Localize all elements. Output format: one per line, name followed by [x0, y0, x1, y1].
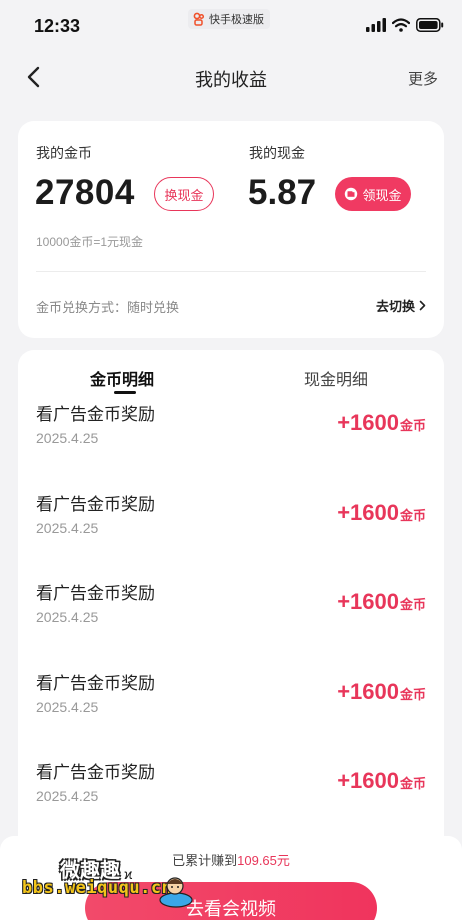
withdraw-cash-button[interactable]: 领现金: [335, 177, 411, 211]
app-indicator-label: 快手极速版: [209, 14, 264, 26]
cash-balance-value: 5.87: [248, 173, 317, 212]
record-date: 2025.4.25: [36, 609, 99, 625]
app-indicator-pill[interactable]: 快手极速版: [188, 9, 270, 29]
wallet-icon: [345, 187, 358, 201]
details-card: 金币明细 现金明细 看广告金币奖励 2025.4.25 +1600 金币 看广告…: [18, 350, 444, 920]
exchange-rate-text: 10000金币=1元现金: [36, 235, 144, 249]
signal-icon: [366, 18, 386, 32]
record-amount-value: +1600: [337, 410, 399, 435]
record-amount-unit: 金币: [399, 776, 426, 791]
record-amount-value: +1600: [337, 589, 399, 614]
exchange-method-text: 金币兑换方式：随时兑换: [36, 300, 180, 315]
more-button[interactable]: 更多: [408, 68, 438, 89]
status-icons: [366, 18, 444, 32]
record-title: 看广告金币奖励: [36, 763, 155, 782]
battery-icon: [416, 18, 444, 32]
total-earned-amount: 109.65元: [237, 853, 290, 868]
status-bar: 12:33 快手极速版: [0, 0, 462, 52]
kuaishou-logo-icon: [193, 12, 205, 26]
watermark-url: bbs.weiququ.cn: [22, 878, 173, 898]
list-item[interactable]: 看广告金币奖励 2025.4.25 +1600 金币: [18, 663, 444, 753]
wifi-icon: [392, 18, 410, 32]
record-amount-unit: 金币: [399, 507, 426, 523]
cash-balance-label: 我的现金: [249, 145, 305, 161]
list-item[interactable]: 看广告金币奖励 2025.4.25 +1600 金币: [18, 573, 444, 663]
record-amount: +1600 金币: [337, 679, 426, 705]
coin-balance-label: 我的金币: [36, 145, 92, 161]
record-amount: +1600 金币: [337, 410, 426, 436]
record-date: 2025.4.25: [36, 788, 99, 804]
record-amount-value: +1600: [337, 768, 399, 793]
watermark-mascot-icon: [159, 877, 193, 908]
list-item[interactable]: 看广告金币奖励 2025.4.25 +1600 金币: [18, 484, 444, 574]
record-amount-unit: 金币: [399, 686, 426, 702]
record-date: 2025.4.25: [36, 430, 99, 446]
record-amount: +1600 金币: [337, 589, 426, 615]
withdraw-cash-label: 领现金: [362, 187, 402, 203]
chevron-right-icon: [419, 300, 426, 311]
page-title: 我的收益: [195, 70, 267, 90]
record-title: 看广告金币奖励: [36, 405, 155, 424]
list-item[interactable]: 看广告金币奖励 2025.4.25 +1600 金币: [18, 394, 444, 484]
record-title: 看广告金币奖励: [36, 494, 155, 514]
list-item[interactable]: 看广告金币奖励 2025.4.25 +1600 金币: [18, 752, 444, 842]
coin-record-list: 看广告金币奖励 2025.4.25 +1600 金币 看广告金币奖励 2025.…: [18, 394, 444, 842]
coin-balance-value: 27804: [35, 173, 135, 212]
record-amount: +1600 金币: [337, 500, 426, 526]
switch-method-link[interactable]: 去切换: [376, 296, 426, 315]
record-amount-value: +1600: [337, 678, 399, 704]
exchange-cash-button[interactable]: 换现金: [154, 177, 214, 211]
record-date: 2025.4.25: [36, 519, 99, 536]
nav-bar: 我的收益 更多: [0, 52, 462, 102]
total-earned-prefix: 已累计赚到: [172, 853, 238, 868]
record-amount-unit: 金币: [399, 418, 426, 433]
record-title: 看广告金币奖励: [36, 673, 155, 693]
record-amount-unit: 金币: [399, 597, 426, 612]
record-title: 看广告金币奖励: [36, 584, 155, 603]
status-time: 12:33: [34, 16, 81, 36]
tab-coin-details[interactable]: 金币明细: [90, 366, 154, 390]
earnings-summary-card: 我的金币 27804 换现金 我的现金 5.87 领现金 10000金币=1元现…: [18, 121, 444, 338]
switch-method-label: 去切换: [375, 299, 415, 314]
record-date: 2025.4.25: [36, 698, 99, 715]
tab-cash-details[interactable]: 现金明细: [304, 366, 368, 390]
record-amount-value: +1600: [337, 499, 399, 525]
divider: [36, 271, 426, 272]
record-amount: +1600 金币: [337, 768, 426, 794]
